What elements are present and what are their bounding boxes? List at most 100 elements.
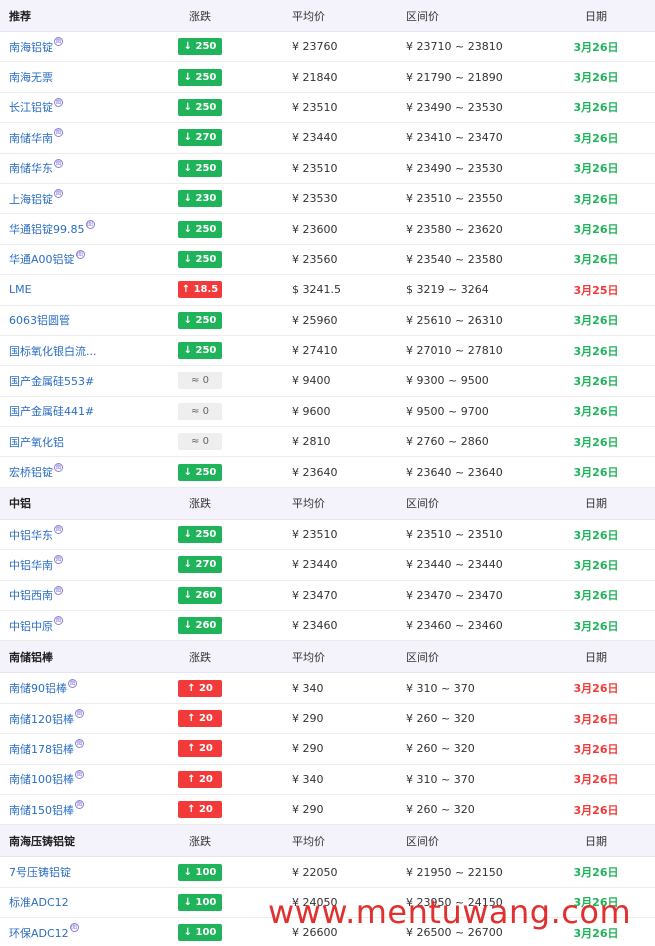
change-cell: ≈ 0 [177,397,223,426]
product-name-link[interactable]: 南储华东 [9,160,53,176]
section-title: 南海压铸铝锭 [9,834,75,848]
product-name-link[interactable]: 南海铝锭 [9,39,53,55]
product-name-link[interactable]: 南储华南 [9,130,53,146]
change-cell: ↓ 250 [177,93,223,122]
image-badge-icon: 图 [54,616,63,626]
product-link-cell[interactable]: 7号压铸铝锭 [9,857,71,886]
section-title: 中铝 [9,497,31,511]
product-name-link[interactable]: 国产氧化铝 [9,434,64,450]
product-link-cell[interactable]: 中铝中原图 [9,611,63,640]
image-badge-icon: 图 [54,128,63,138]
product-link-cell[interactable]: 南储华南图 [9,123,63,152]
avg-price-cell: ¥ 22050 [292,857,338,886]
table-row: LME ↑ 18.5 $ 3241.5 $ 3219 ~ 3264 3月25日 [0,275,655,306]
product-link-cell[interactable]: 国产氧化铝 [9,427,64,456]
column-header-avg: 平均价 [292,497,325,511]
avg-price: ¥ 9400 [292,374,331,388]
product-link-cell[interactable]: 宏桥铝锭图 [9,457,63,486]
column-header-range: 区间价 [406,834,439,848]
range-price: ¥ 260 ~ 320 [406,803,475,817]
product-name-link[interactable]: 南储120铝棒 [9,711,74,727]
product-link-cell[interactable]: 长江铝锭图 [9,93,63,122]
product-name-link[interactable]: 上海铝锭 [9,191,53,207]
date-value: 3月26日 [573,253,619,267]
avg-price: ¥ 23560 [292,252,338,266]
product-name-link[interactable]: 南储150铝棒 [9,802,74,818]
range-price-cell: ¥ 23710 ~ 23810 [406,32,503,61]
product-name-link[interactable]: 国标氧化银白流... [9,343,97,359]
product-name-link[interactable]: 中铝华南 [9,557,53,573]
product-name-link[interactable]: 南储90铝棒 [9,680,67,696]
product-link-cell[interactable]: 南储90铝棒图 [9,673,77,702]
product-name-link[interactable]: 7号压铸铝锭 [9,864,71,880]
product-name-link[interactable]: 长江铝锭 [9,99,53,115]
product-name-link[interactable]: 宏桥铝锭 [9,464,53,480]
date-value: 3月26日 [573,344,619,358]
table-row: 南储90铝棒图 ↑ 20 ¥ 340 ¥ 310 ~ 370 3月26日 [0,673,655,704]
product-link-cell[interactable]: 南储178铝棒图 [9,734,84,763]
table-row: 7号压铸铝锭 ↓ 100 ¥ 22050 ¥ 21950 ~ 22150 3月26日 [0,857,655,888]
product-link-cell[interactable]: 南储120铝棒图 [9,704,84,733]
image-badge-icon: 图 [54,158,63,168]
image-badge-icon: 图 [54,555,63,565]
range-price: ¥ 23470 ~ 23470 [406,588,503,602]
product-name-link[interactable]: 南海无票 [9,69,53,85]
product-link-cell[interactable]: 中铝西南图 [9,581,63,610]
product-link-cell[interactable]: 南海无票 [9,62,53,91]
product-name-link[interactable]: 华通铝锭99.85 [9,221,85,237]
product-link-cell[interactable]: 国产金属硅553# [9,366,94,395]
change-cell: ↓ 250 [177,32,223,61]
table-row: 南海铝锭图 ↓ 250 ¥ 23760 ¥ 23710 ~ 23810 3月26日 [0,32,655,63]
table-row: 中铝华南图 ↓ 270 ¥ 23440 ¥ 23440 ~ 23440 3月26日 [0,550,655,581]
product-name-link[interactable]: LME [9,283,32,296]
product-name-link[interactable]: 国产金属硅553# [9,373,94,389]
product-link-cell[interactable]: 南储150铝棒图 [9,795,84,824]
product-link-cell[interactable]: 南海铝锭图 [9,32,63,61]
range-price-cell: ¥ 2760 ~ 2860 [406,427,489,456]
range-price-cell: ¥ 23490 ~ 23530 [406,93,503,122]
date-value: 3月26日 [573,773,619,787]
change-cell: ↓ 100 [177,888,223,917]
avg-price: ¥ 23440 [292,131,338,145]
product-link-cell[interactable]: 环保ADC12 图 [9,918,79,946]
column-header-range: 区间价 [406,497,439,511]
change-cell: ↓ 250 [177,336,223,365]
column-header-change: 涨跌 [189,497,211,511]
change-cell: ↑ 20 [177,673,223,702]
range-price: ¥ 23510 ~ 23550 [406,192,503,206]
column-header-range: 区间价 [406,9,439,23]
table-row: 南储178铝棒图 ↑ 20 ¥ 290 ¥ 260 ~ 320 3月26日 [0,734,655,765]
product-link-cell[interactable]: 南储100铝棒图 [9,765,84,794]
product-name-link[interactable]: 环保ADC12 [9,925,69,941]
column-header-change: 涨跌 [189,9,211,23]
product-link-cell[interactable]: 上海铝锭图 [9,184,63,213]
product-link-cell[interactable]: 国产金属硅441# [9,397,94,426]
date-cell: 3月26日 [560,245,632,274]
product-link-cell[interactable]: 国标氧化银白流... [9,336,97,365]
change-badge: ↓ 260 [178,617,222,635]
range-price: ¥ 23710 ~ 23810 [406,40,503,54]
product-name-link[interactable]: 标准ADC12 [9,894,69,910]
product-name-link[interactable]: 中铝中原 [9,618,53,634]
range-price: ¥ 23510 ~ 23510 [406,528,503,542]
avg-price-cell: ¥ 23560 [292,245,338,274]
product-link-cell[interactable]: 南储华东图 [9,154,63,183]
product-name-link[interactable]: 国产金属硅441# [9,403,94,419]
product-link-cell[interactable]: 华通A00铝锭图 [9,245,85,274]
avg-price-cell: ¥ 23510 [292,93,338,122]
product-link-cell[interactable]: 中铝华东图 [9,520,63,549]
product-link-cell[interactable]: LME [9,275,32,304]
product-name-link[interactable]: 6063铝圆管 [9,312,70,328]
product-name-link[interactable]: 南储178铝棒 [9,741,74,757]
product-name-link[interactable]: 南储100铝棒 [9,771,74,787]
image-badge-icon: 图 [54,189,63,199]
product-link-cell[interactable]: 标准ADC12 [9,888,69,917]
change-badge: ↓ 250 [178,342,222,360]
product-link-cell[interactable]: 中铝华南图 [9,550,63,579]
product-name-link[interactable]: 中铝西南 [9,587,53,603]
product-name-link[interactable]: 中铝华东 [9,527,53,543]
product-link-cell[interactable]: 华通铝锭99.85 图 [9,214,95,243]
avg-price: ¥ 23510 [292,100,338,114]
product-link-cell[interactable]: 6063铝圆管 [9,306,70,335]
product-name-link[interactable]: 华通A00铝锭 [9,251,75,267]
